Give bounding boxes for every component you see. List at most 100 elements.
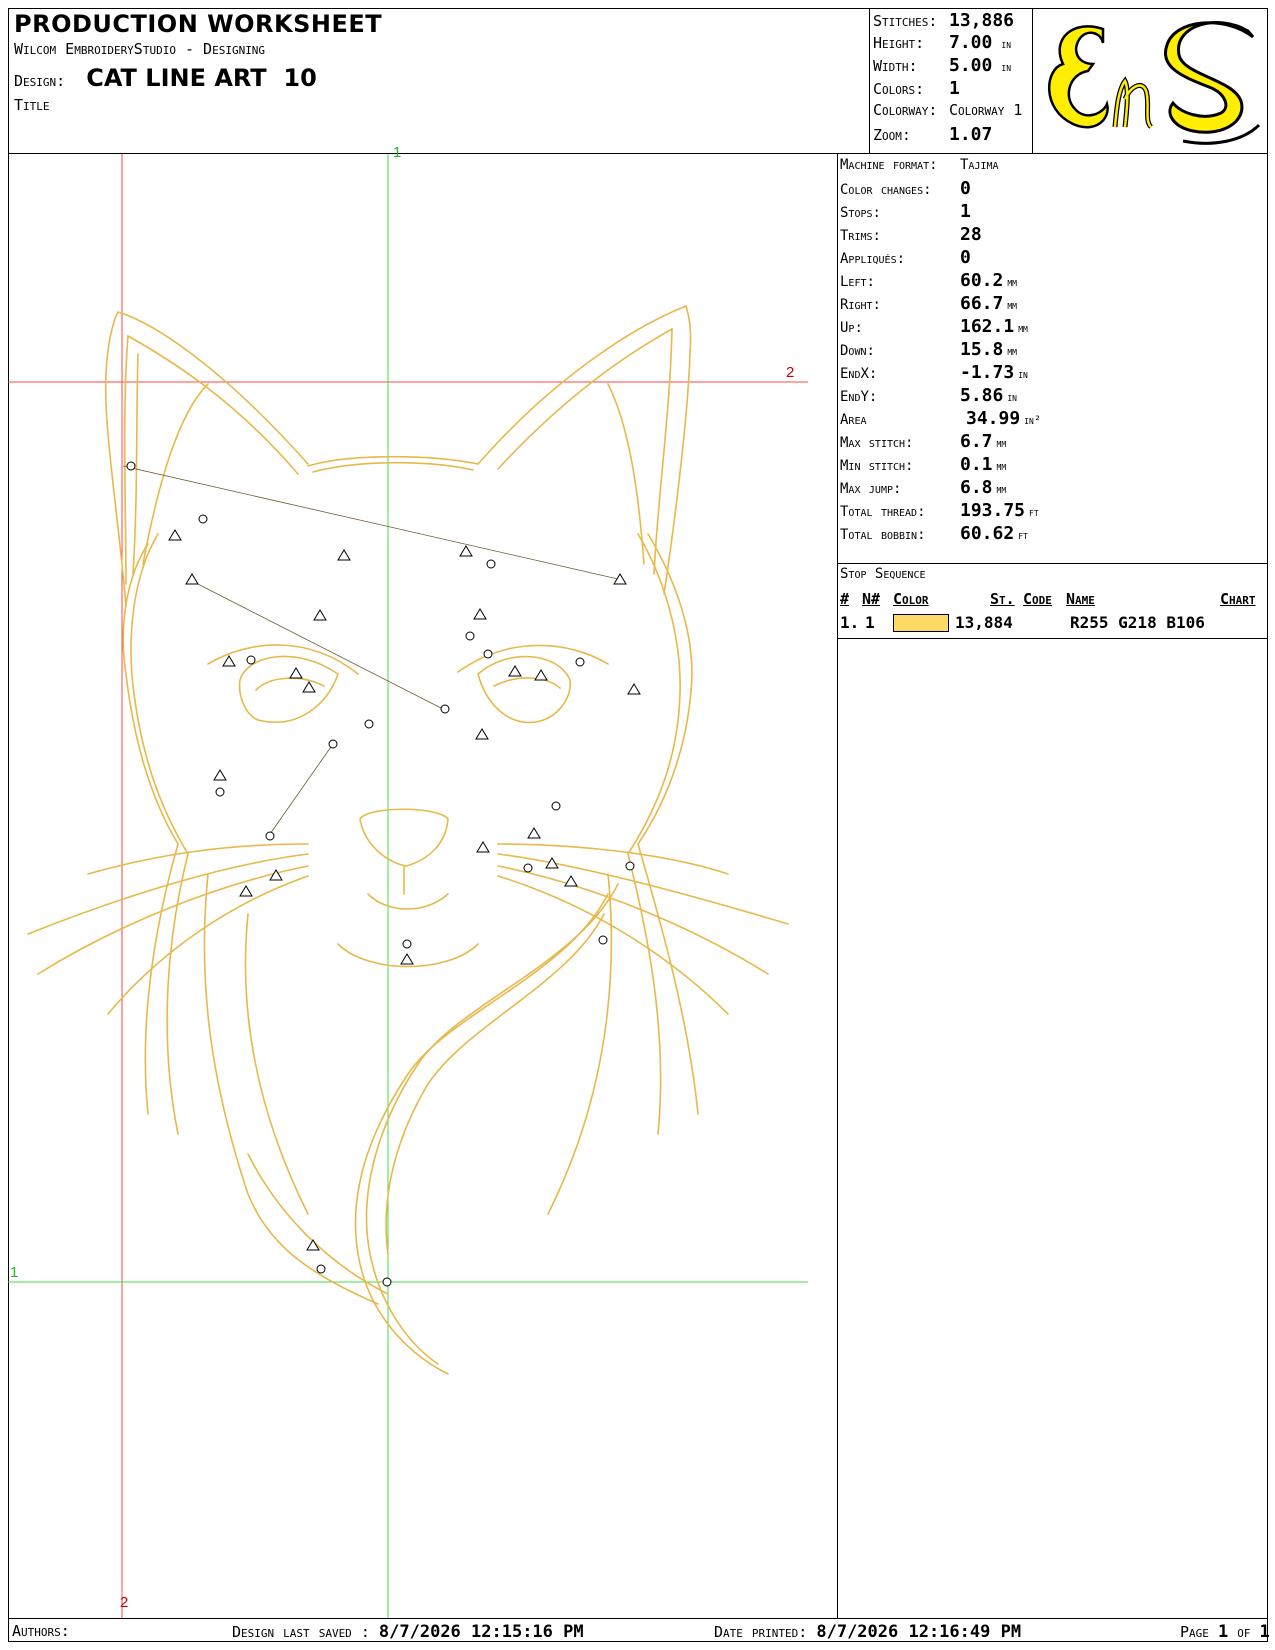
right-ear-inner (497, 327, 673, 575)
prop-label: Appliqués: (840, 251, 906, 267)
width-label: Width: (873, 57, 918, 75)
guide-label-1-top: 1 (393, 144, 402, 161)
prop-down: Down: 15.8 mm (840, 339, 1017, 360)
col-header-st: St. (990, 590, 1015, 608)
prop-unit: mm (1007, 298, 1017, 312)
stitches-row: Stitches: 13,886 (873, 10, 1014, 31)
row-stitches: 13,884 (955, 613, 1013, 632)
logo-box (1032, 8, 1268, 154)
design-canvas[interactable]: 1 2 1 2 (8, 144, 838, 1618)
height-value: 7.00 (949, 32, 993, 53)
design-saved: Design last saved : 8/7/2026 12:15:16 PM (232, 1622, 584, 1642)
prop-label: Up: (840, 320, 863, 336)
prop-machine-format: Machine format: Tajima (840, 157, 999, 173)
logo-letter-s (1163, 21, 1255, 134)
col-header-chart: Chart (1220, 590, 1256, 608)
zoom-value: 1.07 (949, 124, 993, 145)
height-label: Height: (873, 34, 925, 52)
prop-unit: in (1007, 390, 1017, 404)
prop-value: 5.86 (960, 385, 1004, 406)
col-header-color: Color (893, 590, 929, 608)
prop-label: EndX: (840, 366, 878, 382)
prop-unit: mm (1007, 344, 1017, 358)
ens-logo (1048, 21, 1261, 145)
page-label: Page (1180, 1623, 1209, 1641)
width-value: 5.00 (949, 55, 993, 76)
prop-unit: mm (1007, 275, 1017, 289)
prop-label: Machine format: (840, 157, 938, 173)
col-header-name: Name (1066, 590, 1095, 608)
prop-label: Stops: (840, 205, 881, 221)
stitches-value: 13,886 (949, 10, 1015, 31)
right-cheek (637, 533, 693, 845)
prop-value: 6.7 (960, 431, 993, 452)
width-row: Width: 5.00 in (873, 55, 1011, 76)
prop-unit: in² (1024, 413, 1042, 427)
prop-unit: ft (1018, 528, 1028, 542)
colors-label: Colors: (873, 80, 925, 98)
col-header-n-num: N# (862, 590, 881, 608)
prop-value: 6.8 (960, 477, 993, 498)
prop-color-changes: Color changes: 0 (840, 178, 971, 199)
prop-endx: EndX: -1.73 in (840, 362, 1028, 383)
prop-unit: mm (996, 436, 1007, 450)
height-row: Height: 7.00 in (873, 32, 1011, 53)
left-cheek (122, 543, 179, 845)
prop-left: Left: 60.2 mm (840, 270, 1017, 291)
prop-area: Area 34.99 in² (840, 408, 1041, 429)
guide-label-2-right: 2 (786, 364, 795, 381)
printed-label: Date printed: (714, 1623, 808, 1641)
design-name: CAT LINE ART 10 (86, 64, 317, 92)
stitches-label: Stitches: (873, 12, 938, 30)
colors-value: 1 (949, 78, 960, 99)
whisker-right-1 (497, 853, 789, 925)
colorway-value: Colorway 1 (949, 101, 1023, 119)
prop-label: Area (840, 412, 867, 428)
prop-right: Right: 66.7 mm (840, 293, 1017, 314)
prop-label: Total bobbin: (840, 527, 926, 543)
prop-trims: Trims: 28 (840, 224, 982, 245)
stop-sequence-divider (838, 563, 1268, 564)
row-color-name: R255 G218 B106 (1070, 613, 1205, 632)
prop-value: 28 (960, 224, 982, 245)
page-total: 1 (1259, 1622, 1270, 1642)
prop-value: 1 (960, 201, 971, 222)
prop-value: 193.75 (960, 500, 1026, 521)
colorway-label: Colorway: (873, 101, 938, 119)
prop-value: 60.62 (960, 523, 1015, 544)
color-swatch (893, 614, 949, 632)
height-unit: in (1001, 37, 1012, 51)
right-eye (477, 655, 571, 724)
prop-label: Min stitch: (840, 458, 914, 474)
prop-value: 34.99 (966, 408, 1021, 429)
date-printed: Date printed: 8/7/2026 12:16:49 PM (714, 1622, 1021, 1642)
guide-label-2-bottom: 2 (120, 1594, 129, 1611)
prop-value: 0 (960, 247, 971, 268)
prop-value: 0.1 (960, 454, 993, 475)
prop-total-thread: Total thread: 193.75 ft (840, 500, 1039, 521)
prop-total-bobbin: Total bobbin: 60.62 ft (840, 523, 1028, 544)
prop-label: Down: (840, 343, 875, 359)
colorway-row: Colorway: Colorway 1 (873, 101, 1022, 119)
row-num: 1. (840, 613, 860, 632)
prop-unit: ft (1029, 505, 1039, 519)
col-header-num: # (840, 590, 850, 608)
prop-label: Left: (840, 274, 875, 290)
zoom-row: Zoom: 1.07 (873, 124, 992, 145)
prop-value: Tajima (960, 157, 999, 173)
prop-label: Right: (840, 297, 881, 313)
right-ear-outer (477, 304, 692, 595)
prop-label: EndY: (840, 389, 878, 405)
nose (359, 808, 449, 867)
prop-appliques: Appliqués: 0 (840, 247, 971, 268)
prop-unit: mm (996, 459, 1007, 473)
left-eye (238, 655, 339, 723)
prop-up: Up: 162.1 mm (840, 316, 1028, 337)
software-line: Wilcom EmbroideryStudio - Designing (14, 40, 266, 58)
neck-left (144, 843, 179, 1115)
prop-max-jump: Max jump: 6.8 mm (840, 477, 1006, 498)
stop-sequence-end-divider (838, 638, 1268, 639)
prop-label: Total thread: (840, 504, 926, 520)
authors-label: Authors: (12, 1622, 70, 1640)
prop-value: 60.2 (960, 270, 1004, 291)
